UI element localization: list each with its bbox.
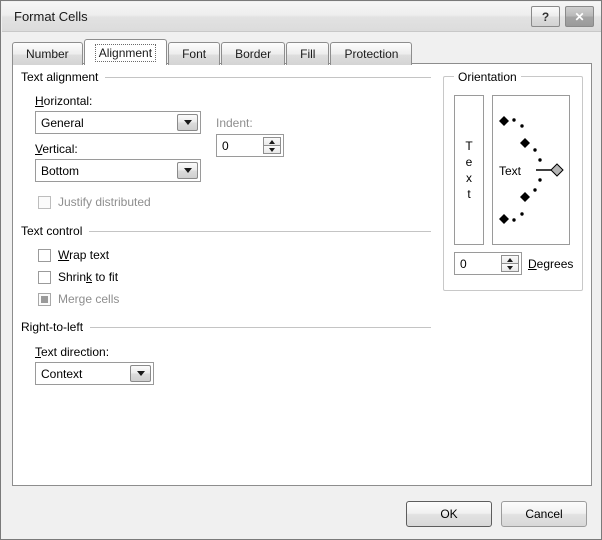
degrees-label: Degrees: [528, 257, 574, 271]
degrees-spin-buttons[interactable]: [501, 255, 519, 272]
vertical-alignment-select[interactable]: Bottom: [35, 159, 201, 182]
shrink-to-fit-checkbox[interactable]: Shrink to fit: [38, 270, 118, 284]
tab-label: Protection: [344, 47, 399, 61]
close-icon: ✕: [574, 9, 585, 24]
text-direction-select[interactable]: Context: [35, 362, 154, 385]
merge-cells-label: Merge cells: [58, 292, 120, 306]
group-label: Text alignment: [21, 70, 99, 84]
ok-button-label: OK: [440, 507, 458, 521]
text-alignment-group-header: Text alignment: [21, 70, 431, 84]
group-label: Text control: [21, 224, 83, 238]
horizontal-label: Horizontal:: [35, 94, 93, 108]
tab-border[interactable]: Border: [221, 42, 286, 65]
group-divider: [90, 326, 431, 328]
checkbox-box: [38, 195, 51, 209]
merge-cells-checkbox[interactable]: Merge cells: [38, 292, 119, 306]
checkbox-box: [38, 292, 51, 306]
tab-label: Fill: [300, 47, 316, 61]
title-bar: Format Cells ? ✕: [2, 2, 601, 32]
help-button[interactable]: ?: [531, 6, 560, 27]
tab-label: Number: [26, 47, 69, 61]
degrees-value: 0: [460, 256, 467, 271]
tab-strip: Number Alignment Font Border Fill Protec…: [12, 39, 413, 65]
justify-distributed-checkbox[interactable]: Justify distributed: [38, 195, 151, 209]
chevron-down-icon[interactable]: [177, 114, 198, 131]
vertical-alignment-value: Bottom: [41, 163, 80, 178]
shrink-to-fit-label: Shrink to fit: [58, 270, 119, 284]
group-divider: [105, 76, 431, 78]
dial-tick-45: [520, 138, 530, 148]
vertical-text-preview[interactable]: T e x t: [454, 95, 484, 245]
vertical-label: Vertical:: [35, 142, 78, 156]
group-divider: [89, 230, 431, 232]
tab-number[interactable]: Number: [12, 42, 83, 65]
checkbox-box: [38, 270, 51, 284]
dial-dot-30: [533, 148, 537, 152]
window-title: Format Cells: [14, 9, 88, 24]
dial-dot--60: [520, 212, 524, 216]
tab-protection[interactable]: Protection: [330, 42, 413, 65]
orientation-dial-graphic[interactable]: Text: [493, 96, 569, 244]
dial-dot-75: [512, 118, 516, 122]
chevron-down-icon[interactable]: [130, 365, 151, 382]
dial-dot--15: [538, 178, 542, 182]
cancel-button[interactable]: Cancel: [501, 501, 587, 527]
close-button[interactable]: ✕: [565, 6, 594, 27]
horizontal-alignment-value: General: [41, 115, 84, 130]
indent-decrement-button[interactable]: [263, 145, 281, 154]
alignment-tab-panel: Text alignment Horizontal: General Inden…: [12, 63, 592, 486]
checkbox-box: [38, 248, 51, 262]
tab-alignment[interactable]: Alignment: [83, 39, 168, 65]
wrap-text-checkbox[interactable]: Wrap text: [38, 248, 109, 262]
dial-dot-60: [520, 124, 524, 128]
group-label: Right-to-left: [21, 320, 84, 334]
dial-dot--30: [533, 188, 537, 192]
horizontal-alignment-select[interactable]: General: [35, 111, 201, 134]
dial-tick-90: [499, 116, 509, 126]
text-control-group-header: Text control: [21, 224, 431, 238]
indent-label: Indent:: [216, 116, 253, 130]
dial-tick--90: [499, 214, 509, 224]
vertical-letter: e: [465, 155, 473, 169]
vertical-letter: x: [466, 171, 472, 185]
tab-focus-ring: Alignment: [94, 43, 157, 62]
tab-fill[interactable]: Fill: [286, 42, 330, 65]
indent-stepper[interactable]: 0: [216, 134, 284, 157]
degrees-decrement-button[interactable]: [501, 263, 519, 272]
orientation-group-label: Orientation: [454, 70, 521, 84]
dial-dot-15: [538, 158, 542, 162]
degrees-increment-button[interactable]: [501, 255, 519, 263]
text-direction-value: Context: [41, 366, 83, 381]
question-mark-icon: ?: [541, 9, 550, 24]
orientation-group: Orientation T e x t Text 0 Degrees: [443, 70, 583, 291]
indent-value: 0: [222, 138, 229, 153]
tab-label: Alignment: [98, 45, 153, 60]
vertical-letter: t: [467, 187, 471, 201]
dial-text-label: Text: [499, 164, 522, 178]
indent-spin-buttons[interactable]: [263, 137, 281, 154]
degrees-stepper[interactable]: 0: [454, 252, 522, 275]
orientation-dial[interactable]: Text: [492, 95, 570, 245]
vertical-letter: T: [465, 139, 473, 153]
wrap-text-label: Wrap text: [58, 248, 110, 262]
ok-button[interactable]: OK: [406, 501, 492, 527]
indent-increment-button[interactable]: [263, 137, 281, 145]
tab-font[interactable]: Font: [168, 42, 221, 65]
dial-dot--75: [512, 218, 516, 222]
text-direction-label: Text direction:: [35, 345, 110, 359]
dial-tick--45: [520, 192, 530, 202]
format-cells-dialog: Format Cells ? ✕ Number Alignment Font B…: [0, 0, 602, 540]
right-to-left-group-header: Right-to-left: [21, 320, 431, 334]
chevron-down-icon[interactable]: [177, 162, 198, 179]
cancel-button-label: Cancel: [525, 507, 563, 521]
tab-label: Border: [235, 47, 272, 61]
justify-distributed-label: Justify distributed: [58, 195, 151, 209]
dial-handle-0: [550, 163, 564, 177]
tab-label: Font: [182, 47, 207, 61]
